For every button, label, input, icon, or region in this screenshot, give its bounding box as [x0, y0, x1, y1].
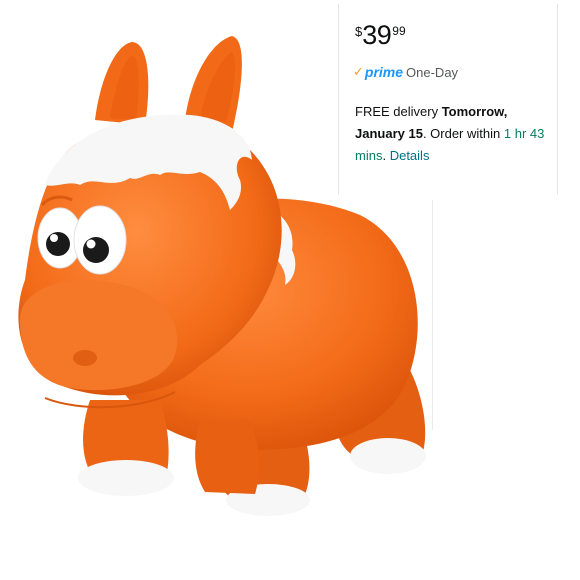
front-leg-far — [195, 420, 260, 494]
front-leg — [78, 400, 174, 496]
countdown-period: . — [382, 148, 387, 163]
prime-badge[interactable]: ✓ prime One-Day — [353, 64, 458, 80]
price-symbol: $ — [355, 24, 363, 39]
prime-speed: One-Day — [406, 64, 459, 80]
checkmark-icon: ✓ — [353, 64, 364, 79]
prime-logo: prime — [364, 64, 404, 80]
countdown-hours: 1 hr — [503, 126, 527, 141]
delivery-prefix: FREE delivery — [355, 104, 439, 119]
price: $ 39 99 — [355, 22, 406, 49]
delivery-date: January 15 — [355, 126, 423, 141]
order-within: . Order within — [422, 126, 501, 141]
offer-panel: $ 39 99 ✓ prime One-Day FREE delivery To… — [338, 4, 558, 194]
price-fraction: 99 — [392, 24, 406, 38]
divider — [432, 200, 433, 430]
right-eye — [73, 205, 127, 275]
details-link[interactable]: Details — [390, 148, 430, 163]
price-whole: 39 — [362, 20, 392, 50]
nostril — [73, 350, 97, 366]
delivery-day: Tomorrow, — [441, 104, 508, 119]
delivery-message: FREE delivery Tomorrow, January 15. Orde… — [355, 101, 551, 167]
